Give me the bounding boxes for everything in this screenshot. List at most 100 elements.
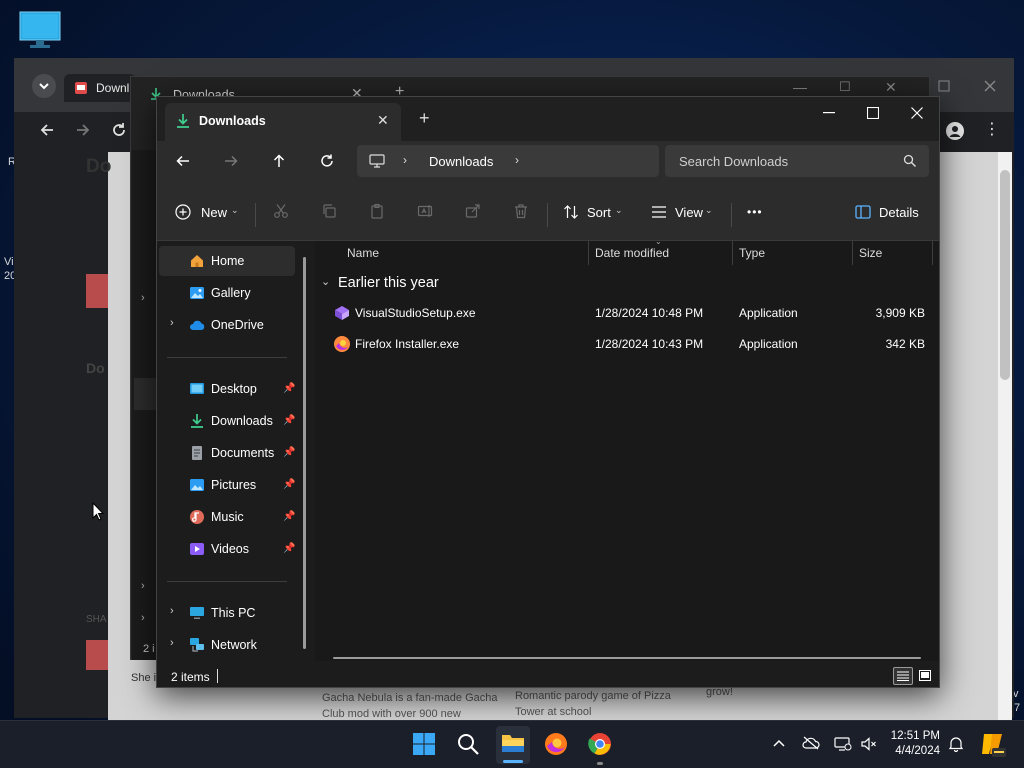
column-divider[interactable] bbox=[588, 241, 589, 265]
close-icon[interactable]: ✕ bbox=[885, 79, 897, 96]
breadcrumb-downloads[interactable]: Downloads bbox=[429, 154, 493, 169]
nav-item-pictures[interactable]: Pictures 📌 bbox=[159, 470, 295, 500]
nav-item-network[interactable]: › Network bbox=[159, 630, 295, 660]
minimize-button[interactable] bbox=[811, 99, 847, 127]
nav-label: Gallery bbox=[211, 286, 251, 300]
browser-forward-icon[interactable] bbox=[74, 121, 92, 139]
file-date: 1/28/2024 10:48 PM bbox=[595, 306, 704, 320]
column-divider[interactable] bbox=[852, 241, 853, 265]
nav-item-gallery[interactable]: Gallery bbox=[159, 278, 295, 308]
details-pane-button[interactable]: Details bbox=[855, 203, 925, 227]
browser-back-icon[interactable] bbox=[38, 121, 56, 139]
nav-label: Downloads bbox=[211, 414, 273, 428]
share-button[interactable] bbox=[86, 640, 108, 670]
add-tab-icon[interactable]: + bbox=[419, 109, 430, 127]
delete-icon[interactable] bbox=[513, 203, 529, 219]
address-field[interactable]: › Downloads › bbox=[357, 145, 659, 177]
copy-icon[interactable] bbox=[321, 203, 337, 219]
nav-item-documents[interactable]: Documents 📌 bbox=[159, 438, 295, 468]
chevron-right-icon[interactable]: › bbox=[170, 317, 174, 329]
column-header-name[interactable]: Name bbox=[347, 246, 379, 260]
sort-button[interactable]: Sort ⌄ bbox=[563, 203, 629, 227]
forward-icon[interactable] bbox=[223, 153, 239, 169]
page-text: She i bbox=[131, 672, 157, 684]
clock[interactable]: 12:51 PM 4/4/2024 bbox=[876, 729, 940, 759]
download-icon bbox=[191, 414, 203, 428]
show-hidden-icons-icon[interactable] bbox=[772, 737, 786, 749]
nav-item-onedrive[interactable]: › OneDrive bbox=[159, 310, 295, 340]
chrome-icon[interactable] bbox=[588, 732, 612, 765]
this-pc-desktop-icon[interactable] bbox=[18, 10, 62, 50]
pin-icon: 📌 bbox=[283, 543, 296, 554]
table-row[interactable]: VisualStudioSetup.exe 1/28/2024 10:48 PM… bbox=[327, 301, 933, 327]
chevron-right-icon[interactable]: › bbox=[515, 153, 519, 167]
download-button[interactable] bbox=[86, 274, 108, 308]
share-icon[interactable] bbox=[465, 203, 481, 219]
profile-avatar[interactable] bbox=[946, 122, 964, 140]
cut-icon[interactable] bbox=[273, 203, 289, 219]
nav-item-this-pc[interactable]: › This PC bbox=[159, 598, 295, 628]
sort-indicator-icon: ⌄ bbox=[655, 237, 662, 246]
nav-item-downloads[interactable]: Downloads 📌 bbox=[159, 406, 295, 436]
browser-menu-icon[interactable]: ⋮ bbox=[984, 122, 1000, 138]
nav-pane-scrollbar[interactable] bbox=[303, 257, 306, 649]
pin-icon: 📌 bbox=[283, 479, 296, 490]
column-divider[interactable] bbox=[932, 241, 933, 265]
nav-item-desktop[interactable]: Desktop 📌 bbox=[159, 374, 295, 404]
minimize-icon[interactable]: — bbox=[793, 79, 807, 95]
browser-tab[interactable]: Downl bbox=[64, 74, 136, 102]
browser-close-button[interactable] bbox=[982, 78, 998, 94]
tab-search-button[interactable] bbox=[32, 74, 56, 98]
start-icon[interactable] bbox=[412, 732, 436, 756]
download-icon bbox=[177, 114, 189, 128]
browser-scrollbar-thumb[interactable] bbox=[1000, 170, 1010, 380]
column-header-type[interactable]: Type bbox=[739, 246, 765, 260]
card-description: Romantic parody game of Pizza bbox=[515, 690, 671, 702]
more-options-icon[interactable]: ••• bbox=[747, 205, 763, 219]
rename-icon[interactable] bbox=[417, 203, 433, 219]
onedrive-offline-icon[interactable] bbox=[802, 736, 820, 750]
toolbar-divider bbox=[731, 203, 732, 227]
up-icon[interactable] bbox=[271, 153, 287, 169]
nav-item-videos[interactable]: Videos 📌 bbox=[159, 534, 295, 564]
tab-downloads[interactable]: Downloads ✕ bbox=[165, 103, 401, 141]
search-input[interactable]: Search Downloads bbox=[665, 145, 929, 177]
column-header-size[interactable]: Size bbox=[859, 246, 882, 260]
share-label: SHA bbox=[86, 614, 107, 625]
music-icon bbox=[190, 510, 204, 524]
column-divider[interactable] bbox=[732, 241, 733, 265]
close-button[interactable] bbox=[899, 99, 935, 127]
chevron-right-icon[interactable]: › bbox=[170, 637, 174, 649]
large-icons-view-toggle[interactable] bbox=[915, 667, 935, 685]
close-tab-icon[interactable]: ✕ bbox=[377, 112, 389, 129]
chevron-right-icon: › bbox=[141, 292, 145, 304]
nav-item-music[interactable]: Music 📌 bbox=[159, 502, 295, 532]
nav-label: Home bbox=[211, 254, 245, 268]
column-header-date[interactable]: Date modified bbox=[595, 246, 669, 260]
group-header[interactable]: ⌄ Earlier this year bbox=[321, 275, 521, 297]
refresh-icon[interactable] bbox=[319, 153, 335, 169]
network-status-icon[interactable] bbox=[834, 736, 852, 752]
new-button[interactable]: New ⌄ bbox=[175, 203, 245, 227]
maximize-button[interactable] bbox=[855, 99, 891, 127]
chevron-right-icon[interactable]: › bbox=[170, 605, 174, 617]
back-icon[interactable] bbox=[175, 153, 191, 169]
pin-icon: 📌 bbox=[283, 447, 296, 458]
notification-bell-icon[interactable] bbox=[948, 736, 964, 752]
paste-icon[interactable] bbox=[369, 203, 385, 219]
firefox-icon[interactable] bbox=[544, 732, 568, 756]
maximize-icon[interactable]: ☐ bbox=[839, 79, 851, 95]
nav-label: Network bbox=[211, 638, 257, 652]
horizontal-scrollbar[interactable] bbox=[333, 657, 921, 659]
search-icon[interactable] bbox=[456, 732, 480, 756]
status-divider bbox=[217, 669, 218, 683]
details-view-toggle[interactable] bbox=[893, 667, 913, 685]
copilot-preview-icon[interactable] bbox=[980, 730, 1006, 758]
browser-reload-icon[interactable] bbox=[110, 121, 128, 139]
nav-item-home[interactable]: Home bbox=[159, 246, 295, 276]
pin-icon: 📌 bbox=[283, 383, 296, 394]
table-row[interactable]: Firefox Installer.exe 1/28/2024 10:43 PM… bbox=[327, 332, 933, 358]
browser-maximize-button[interactable] bbox=[936, 78, 952, 94]
view-button[interactable]: View ⌄ bbox=[651, 203, 721, 227]
file-explorer-icon[interactable] bbox=[496, 726, 530, 764]
